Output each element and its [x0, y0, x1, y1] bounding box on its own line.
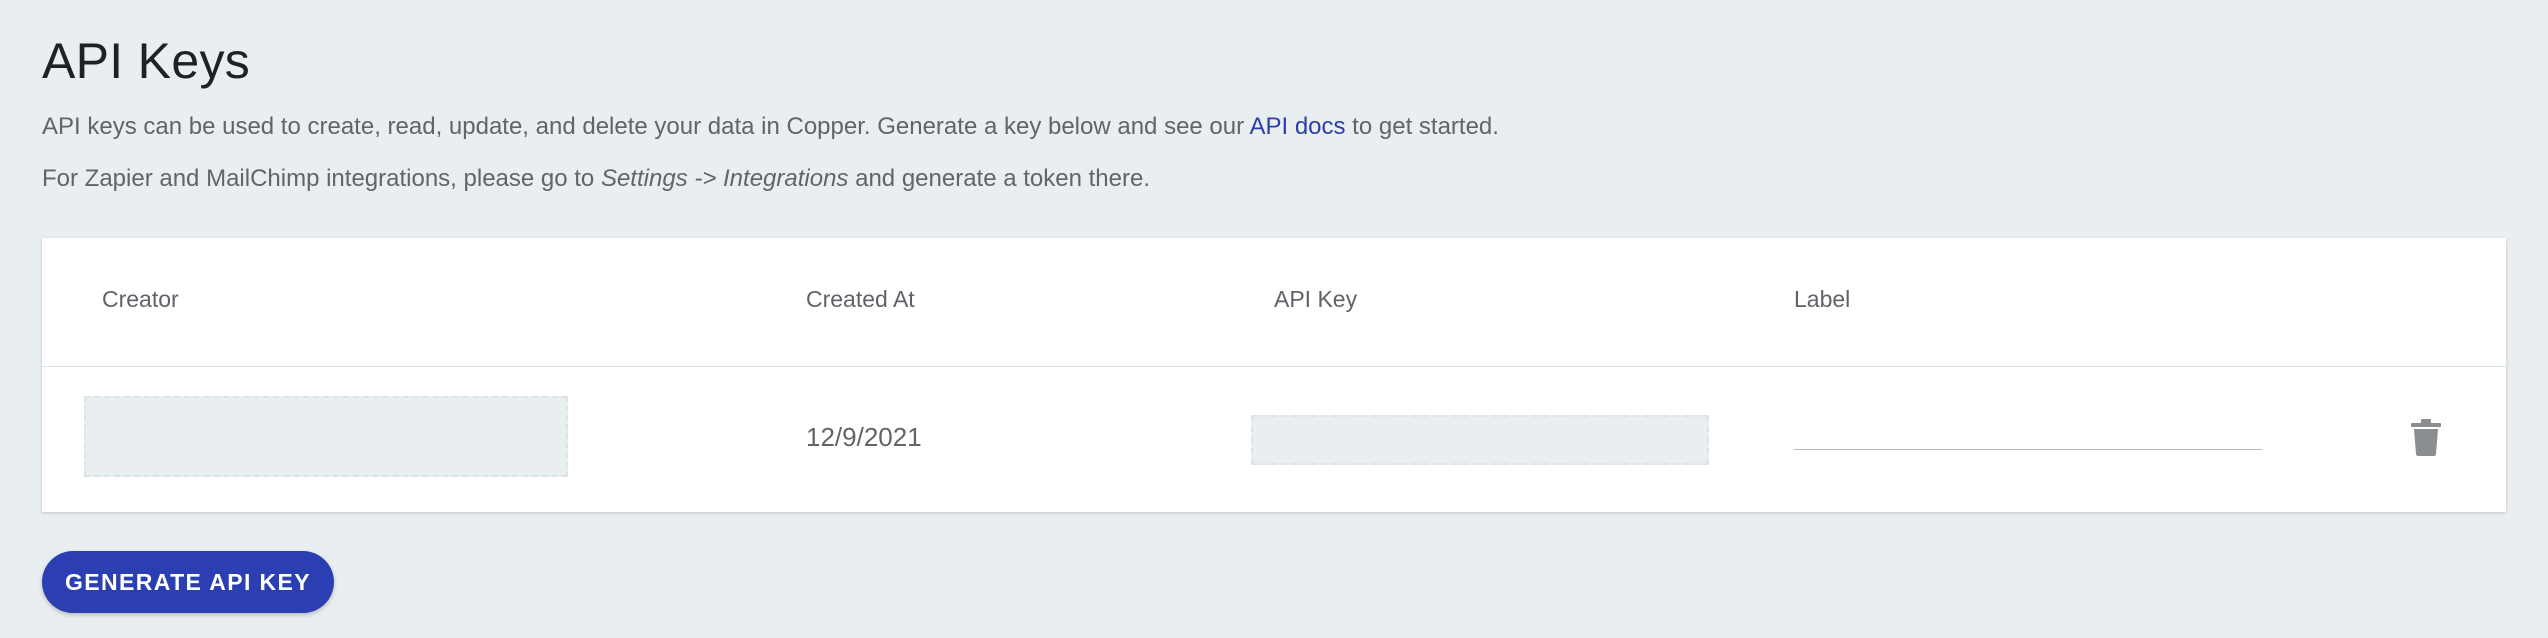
trash-icon: [2411, 419, 2441, 456]
generate-api-key-button[interactable]: GENERATE API KEY: [42, 551, 334, 613]
integrations-note-end: and generate a token there.: [848, 165, 1150, 192]
table-row: 12/9/2021: [42, 367, 2506, 512]
column-header-api-key: API Key: [1274, 286, 1358, 312]
description-text-end: to get started.: [1345, 113, 1499, 140]
integrations-note: For Zapier and MailChimp integrations, p…: [42, 165, 601, 192]
api-docs-link[interactable]: API docs: [1249, 113, 1345, 140]
label-input[interactable]: [1794, 399, 2262, 450]
delete-key-button[interactable]: [2402, 413, 2450, 461]
description-line-2: For Zapier and MailChimp integrations, p…: [42, 167, 1150, 191]
page-title: API Keys: [42, 33, 251, 89]
api-keys-table: Creator Created At API Key Label 12/9/20…: [42, 238, 2506, 512]
settings-path: Settings -> Integrations: [600, 165, 849, 192]
created-at-cell: 12/9/2021: [806, 422, 922, 452]
column-header-created-at: Created At: [806, 286, 915, 312]
column-header-label: Label: [1794, 286, 1851, 312]
description-text: API keys can be used to create, read, up…: [42, 113, 1250, 140]
api-key-redacted: [1251, 415, 1709, 465]
creator-redacted: [84, 396, 568, 477]
description-line-1: API keys can be used to create, read, up…: [42, 115, 1499, 139]
column-header-creator: Creator: [102, 286, 179, 312]
table-header: Creator Created At API Key Label: [42, 238, 2506, 367]
